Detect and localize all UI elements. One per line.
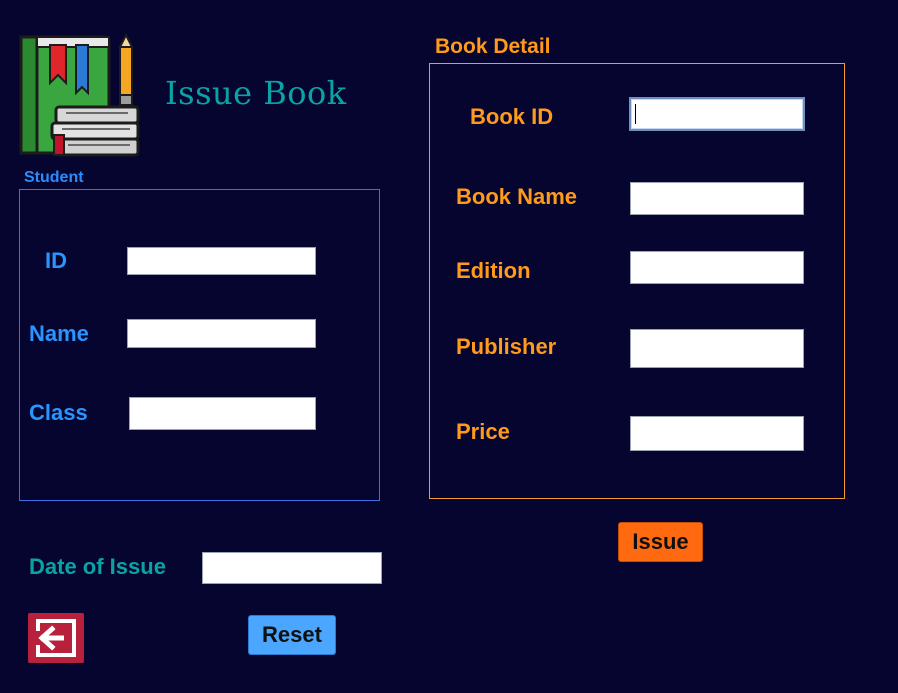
book-name-label: Book Name	[456, 184, 578, 209]
back-button[interactable]	[28, 613, 84, 663]
book-id-field-wrap	[629, 97, 805, 131]
books-with-pencil-icon	[18, 32, 146, 159]
student-id-field[interactable]	[127, 247, 316, 275]
issue-button[interactable]: Issue	[618, 522, 703, 562]
price-field[interactable]	[630, 416, 804, 451]
edition-field[interactable]	[630, 251, 804, 284]
student-name-field[interactable]	[127, 319, 316, 348]
date-of-issue-field[interactable]	[202, 552, 382, 584]
book-id-label: Book ID	[470, 104, 554, 129]
book-id-field[interactable]	[629, 97, 805, 131]
text-caret	[635, 104, 636, 124]
student-id-label: ID	[45, 248, 67, 273]
student-class-label: Class	[29, 400, 88, 425]
book-name-field[interactable]	[630, 182, 804, 215]
page-title: Issue Book	[165, 74, 347, 112]
publisher-label: Publisher	[456, 334, 557, 359]
student-name-label: Name	[29, 321, 89, 346]
edition-label: Edition	[456, 258, 531, 283]
date-of-issue-label: Date of Issue	[29, 554, 166, 579]
back-arrow-icon	[34, 619, 76, 657]
book-detail-legend: Book Detail	[435, 35, 551, 58]
publisher-field[interactable]	[630, 329, 804, 368]
price-label: Price	[456, 419, 510, 444]
reset-button[interactable]: Reset	[248, 615, 336, 655]
student-class-field[interactable]	[129, 397, 316, 430]
student-legend: Student	[24, 169, 84, 186]
